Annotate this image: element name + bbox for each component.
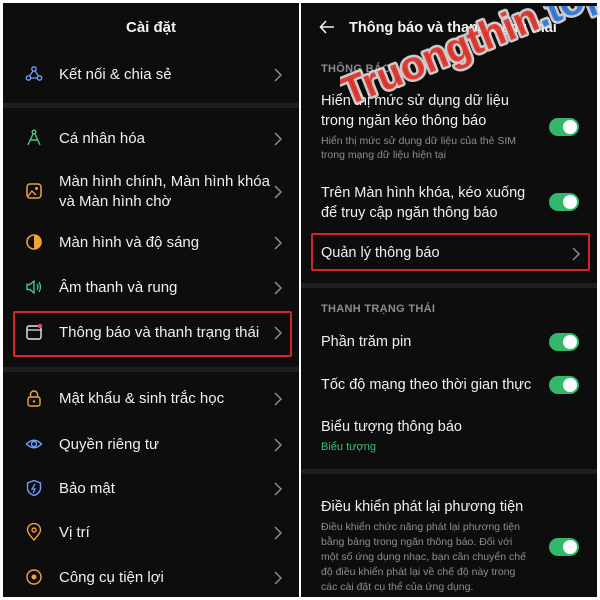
settings-item-label: Công cụ tiện lợi	[59, 569, 164, 586]
settings-item-connection-sharing[interactable]: Kết nối & chia sẻ	[3, 59, 299, 93]
compass-icon	[25, 129, 43, 147]
lockscreen-pulldown-toggle[interactable]	[549, 193, 579, 211]
settings-item-label: Kết nối & chia sẻ	[59, 66, 172, 83]
settings-item-sound-vibration[interactable]: Âm thanh và rung	[3, 270, 299, 304]
lock-icon	[25, 389, 43, 407]
brightness-icon	[25, 233, 43, 251]
setting-description: bằng bảng trong ngăn thông báo. Đối với	[321, 536, 513, 548]
settings-item-password-biometrics[interactable]: Mật khẩu & sinh trắc học	[3, 381, 299, 415]
setting-title: Biểu tượng thông báo	[321, 419, 462, 435]
network-speed-toggle[interactable]	[549, 376, 579, 394]
setting-description: một số ứng dụng nhạc, bạn cần chuyển chế	[321, 551, 526, 563]
chevron-right-icon	[273, 281, 283, 295]
eye-icon	[25, 435, 43, 453]
back-arrow-icon[interactable]	[319, 18, 335, 36]
section-header-notifications: THÔNG BÁO	[321, 63, 391, 75]
chevron-right-icon	[273, 571, 283, 585]
settings-item-label: Màn hình chính, Màn hình khóa	[59, 173, 270, 190]
divider	[3, 367, 299, 372]
chevron-right-icon	[273, 438, 283, 452]
settings-header: Cài đặt	[3, 3, 299, 53]
setting-title: Hiển thị mức sử dụng dữ liệu	[321, 93, 509, 109]
setting-description: độ điều khiển phát lại về chế độ này tro…	[321, 566, 516, 578]
divider	[3, 103, 299, 108]
settings-item-location[interactable]: Vị trí	[3, 515, 299, 549]
setting-title: Phần trăm pin	[321, 334, 412, 350]
setting-title: Điều khiển phát lại phương tiện	[321, 499, 524, 515]
setting-value: Biểu tượng	[321, 441, 376, 453]
setting-title: Trên Màn hình khóa, kéo xuống	[321, 185, 526, 201]
settings-item-personalization[interactable]: Cá nhân hóa	[3, 121, 299, 155]
section-header-status-bar: THANH TRẠNG THÁI	[321, 303, 436, 315]
tools-icon	[25, 568, 43, 586]
settings-item-label: Cá nhân hóa	[59, 130, 145, 147]
settings-item-label: Âm thanh và rung	[59, 279, 178, 296]
battery-percent-toggle[interactable]	[549, 333, 579, 351]
chevron-right-icon	[273, 132, 283, 146]
setting-description: Hiển thị mức sử dụng dữ liệu của thẻ SIM	[321, 135, 517, 147]
setting-description: các cài đặt cụ thể của ứng dụng.	[321, 581, 474, 593]
setting-description: Điều khiển chức năng phát lại phương tiệ…	[321, 521, 520, 533]
settings-item-label: Bảo mật	[59, 480, 115, 497]
settings-item-label: và Màn hình chờ	[59, 193, 172, 210]
setting-title: trong ngăn kéo thông báo	[321, 113, 487, 129]
picture-icon	[25, 182, 43, 200]
settings-screen: Cài đặt Kết nối & chia sẻ Cá nhân hóa Mà…	[3, 3, 299, 597]
settings-item-privacy[interactable]: Quyền riêng tư	[3, 427, 299, 461]
settings-item-label: Màn hình và độ sáng	[59, 234, 200, 251]
chevron-right-icon	[273, 392, 283, 406]
chevron-right-icon	[273, 526, 283, 540]
chevron-right-icon	[273, 482, 283, 496]
settings-item-security[interactable]: Bảo mật	[3, 471, 299, 505]
settings-item-home-lock-screen[interactable]: Màn hình chính, Màn hình khóa và Màn hìn…	[3, 168, 299, 212]
chevron-right-icon	[273, 68, 283, 82]
speaker-icon	[25, 278, 43, 296]
location-icon	[25, 523, 43, 541]
shield-icon	[25, 479, 43, 497]
settings-item-display-brightness[interactable]: Màn hình và độ sáng	[3, 225, 299, 259]
chevron-right-icon	[273, 236, 283, 250]
divider	[301, 469, 597, 474]
highlight-box	[13, 311, 292, 357]
setting-title: để truy cập ngăn thông báo	[321, 205, 498, 221]
chevron-right-icon	[273, 185, 283, 199]
page-title: Cài đặt	[125, 19, 176, 36]
data-usage-toggle[interactable]	[549, 118, 579, 136]
media-playback-toggle[interactable]	[549, 538, 579, 556]
page-title: Thông báo và thanh trạng thái	[349, 20, 557, 36]
highlight-box	[311, 233, 590, 271]
divider	[301, 283, 597, 288]
settings-item-convenience-tools[interactable]: Công cụ tiện lợi	[3, 560, 299, 594]
notifications-screen: Thông báo và thanh trạng thái THÔNG BÁO …	[301, 3, 597, 597]
setting-description: trong mạng dữ liệu hiện tại	[321, 149, 446, 161]
notifications-header: Thông báo và thanh trạng thái	[301, 3, 597, 53]
settings-item-label: Quyền riêng tư	[59, 436, 160, 453]
setting-title: Tốc độ mạng theo thời gian thực	[321, 377, 532, 393]
share-icon	[25, 65, 43, 83]
settings-item-label: Mật khẩu & sinh trắc học	[59, 390, 225, 407]
settings-item-label: Vị trí	[59, 524, 90, 541]
